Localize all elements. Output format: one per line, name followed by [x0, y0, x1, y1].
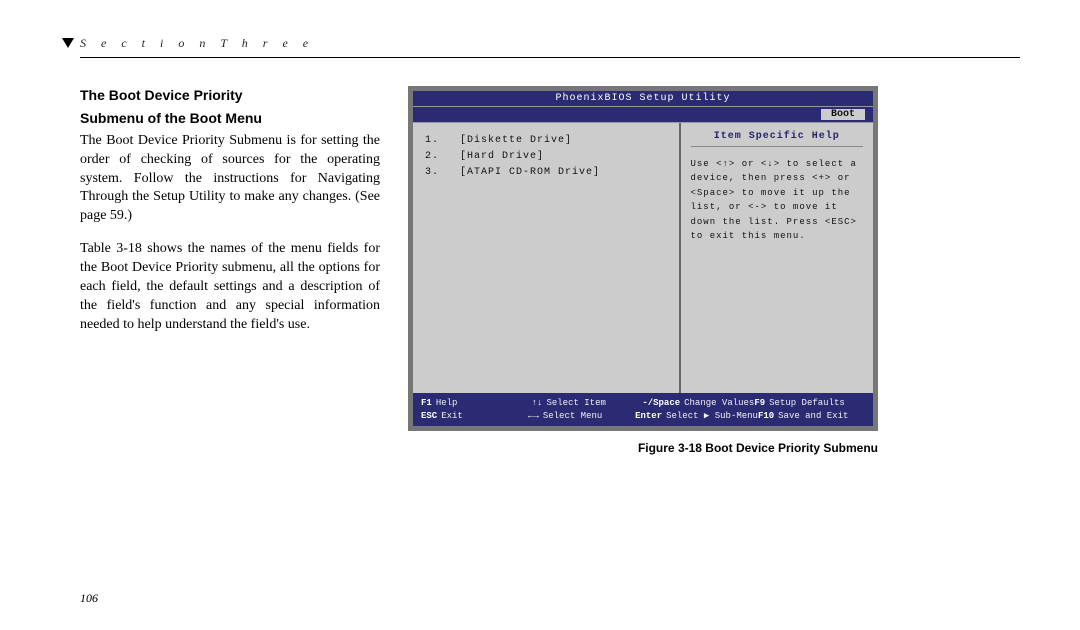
footer-label-change-values: Change Values [684, 398, 754, 408]
article-paragraph-2: Table 3-18 shows the names of the menu f… [80, 240, 380, 334]
body-text-column: The Boot Device Priority Submenu of the … [80, 86, 380, 455]
bios-help-title: Item Specific Help [691, 131, 864, 147]
footer-label-help: Help [436, 398, 458, 408]
article-heading-line2: Submenu of the Boot Menu [80, 109, 380, 128]
footer-label-setup-defaults: Setup Defaults [769, 398, 845, 408]
footer-key-enter: Enter [635, 411, 662, 421]
footer-key-leftright: ←→ [528, 411, 539, 421]
footer-key-f1: F1 [421, 398, 432, 408]
header-rule [80, 57, 1020, 58]
section-label: S e c t i o n T h r e e [80, 36, 314, 50]
footer-key-f10: F10 [758, 411, 774, 421]
footer-key-f9: F9 [754, 398, 765, 408]
bios-footer: F1 Help ↑↓Select Item -/Space Change Value… [413, 393, 873, 426]
section-header: S e c t i o n T h r e e [80, 36, 1020, 51]
bios-device-1: 1. [Diskette Drive] [425, 135, 572, 146]
bios-device-2: 2. [Hard Drive] [425, 151, 544, 162]
bios-title-bar: PhoenixBIOS Setup Utility [413, 91, 873, 107]
bios-screenshot: PhoenixBIOS Setup Utility Boot 1. [Diske… [408, 86, 878, 431]
bios-tab-row: Boot [413, 107, 873, 123]
bios-tab-boot: Boot [821, 109, 865, 120]
footer-key-updown: ↑↓ [532, 398, 543, 408]
bios-device-3: 3. [ATAPI CD-ROM Drive] [425, 167, 600, 178]
footer-key-esc: ESC [421, 411, 437, 421]
footer-label-select-submenu: Select ▶ Sub-Menu [666, 411, 758, 421]
footer-label-save-exit: Save and Exit [778, 411, 848, 421]
bios-device-list: 1. [Diskette Drive] 2. [Hard Drive] 3. [… [413, 123, 681, 393]
article-heading-line1: The Boot Device Priority [80, 86, 380, 105]
bios-help-panel: Item Specific Help Use <↑> or <↓> to sel… [681, 123, 874, 393]
figure-caption: Figure 3-18 Boot Device Priority Submenu [408, 441, 878, 455]
footer-label-select-item: Select Item [546, 398, 605, 408]
page-number: 106 [80, 591, 98, 606]
bios-help-body: Use <↑> or <↓> to select a device, then … [691, 157, 864, 243]
section-marker-icon [62, 38, 74, 48]
article-paragraph-1: The Boot Device Priority Submenu is for … [80, 132, 380, 226]
footer-key-minus-space: -/Space [642, 398, 680, 408]
footer-label-exit: Exit [441, 411, 463, 421]
footer-label-select-menu: Select Menu [543, 411, 602, 421]
